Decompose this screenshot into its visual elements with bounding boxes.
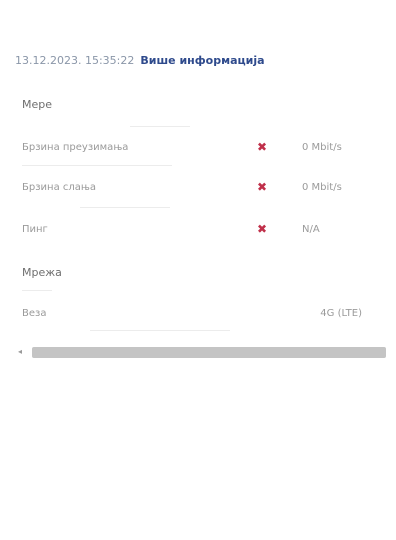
horizontal-scrollbar[interactable]: ◂ (18, 345, 386, 359)
row-download-speed: Брзина преузимања ✖ 0 Mbit/s (22, 140, 362, 160)
ping-value: N/A (302, 224, 320, 235)
ping-label: Пинг (22, 224, 48, 235)
divider (90, 330, 230, 331)
connection-label: Веза (22, 308, 47, 319)
download-speed-label: Брзина преузимања (22, 142, 129, 153)
row-upload-speed: Брзина слања ✖ 0 Mbit/s (22, 180, 362, 200)
upload-speed-label: Брзина слања (22, 182, 96, 193)
divider (130, 126, 190, 127)
connection-value: 4G (LTE) (320, 308, 362, 319)
divider (80, 207, 170, 208)
upload-speed-value: 0 Mbit/s (302, 182, 342, 193)
failed-mark-icon: ✖ (257, 180, 268, 194)
divider (22, 165, 172, 166)
result-header: 13.12.2023. 15:35:22 Више информација (15, 54, 265, 67)
download-speed-value: 0 Mbit/s (302, 142, 342, 153)
scroll-left-arrow-icon[interactable]: ◂ (18, 347, 22, 356)
failed-mark-icon: ✖ (257, 140, 268, 154)
divider (22, 290, 52, 291)
row-ping: Пинг ✖ N/A (22, 222, 362, 242)
scroll-thumb[interactable] (32, 347, 386, 358)
section-title-network: Мрежа (22, 266, 62, 279)
timestamp: 13.12.2023. 15:35:22 (15, 54, 135, 67)
more-info-link[interactable]: Више информација (140, 54, 264, 67)
section-title-measures: Мере (22, 98, 53, 111)
row-connection: Веза 4G (LTE) (22, 308, 362, 326)
failed-mark-icon: ✖ (257, 222, 268, 236)
